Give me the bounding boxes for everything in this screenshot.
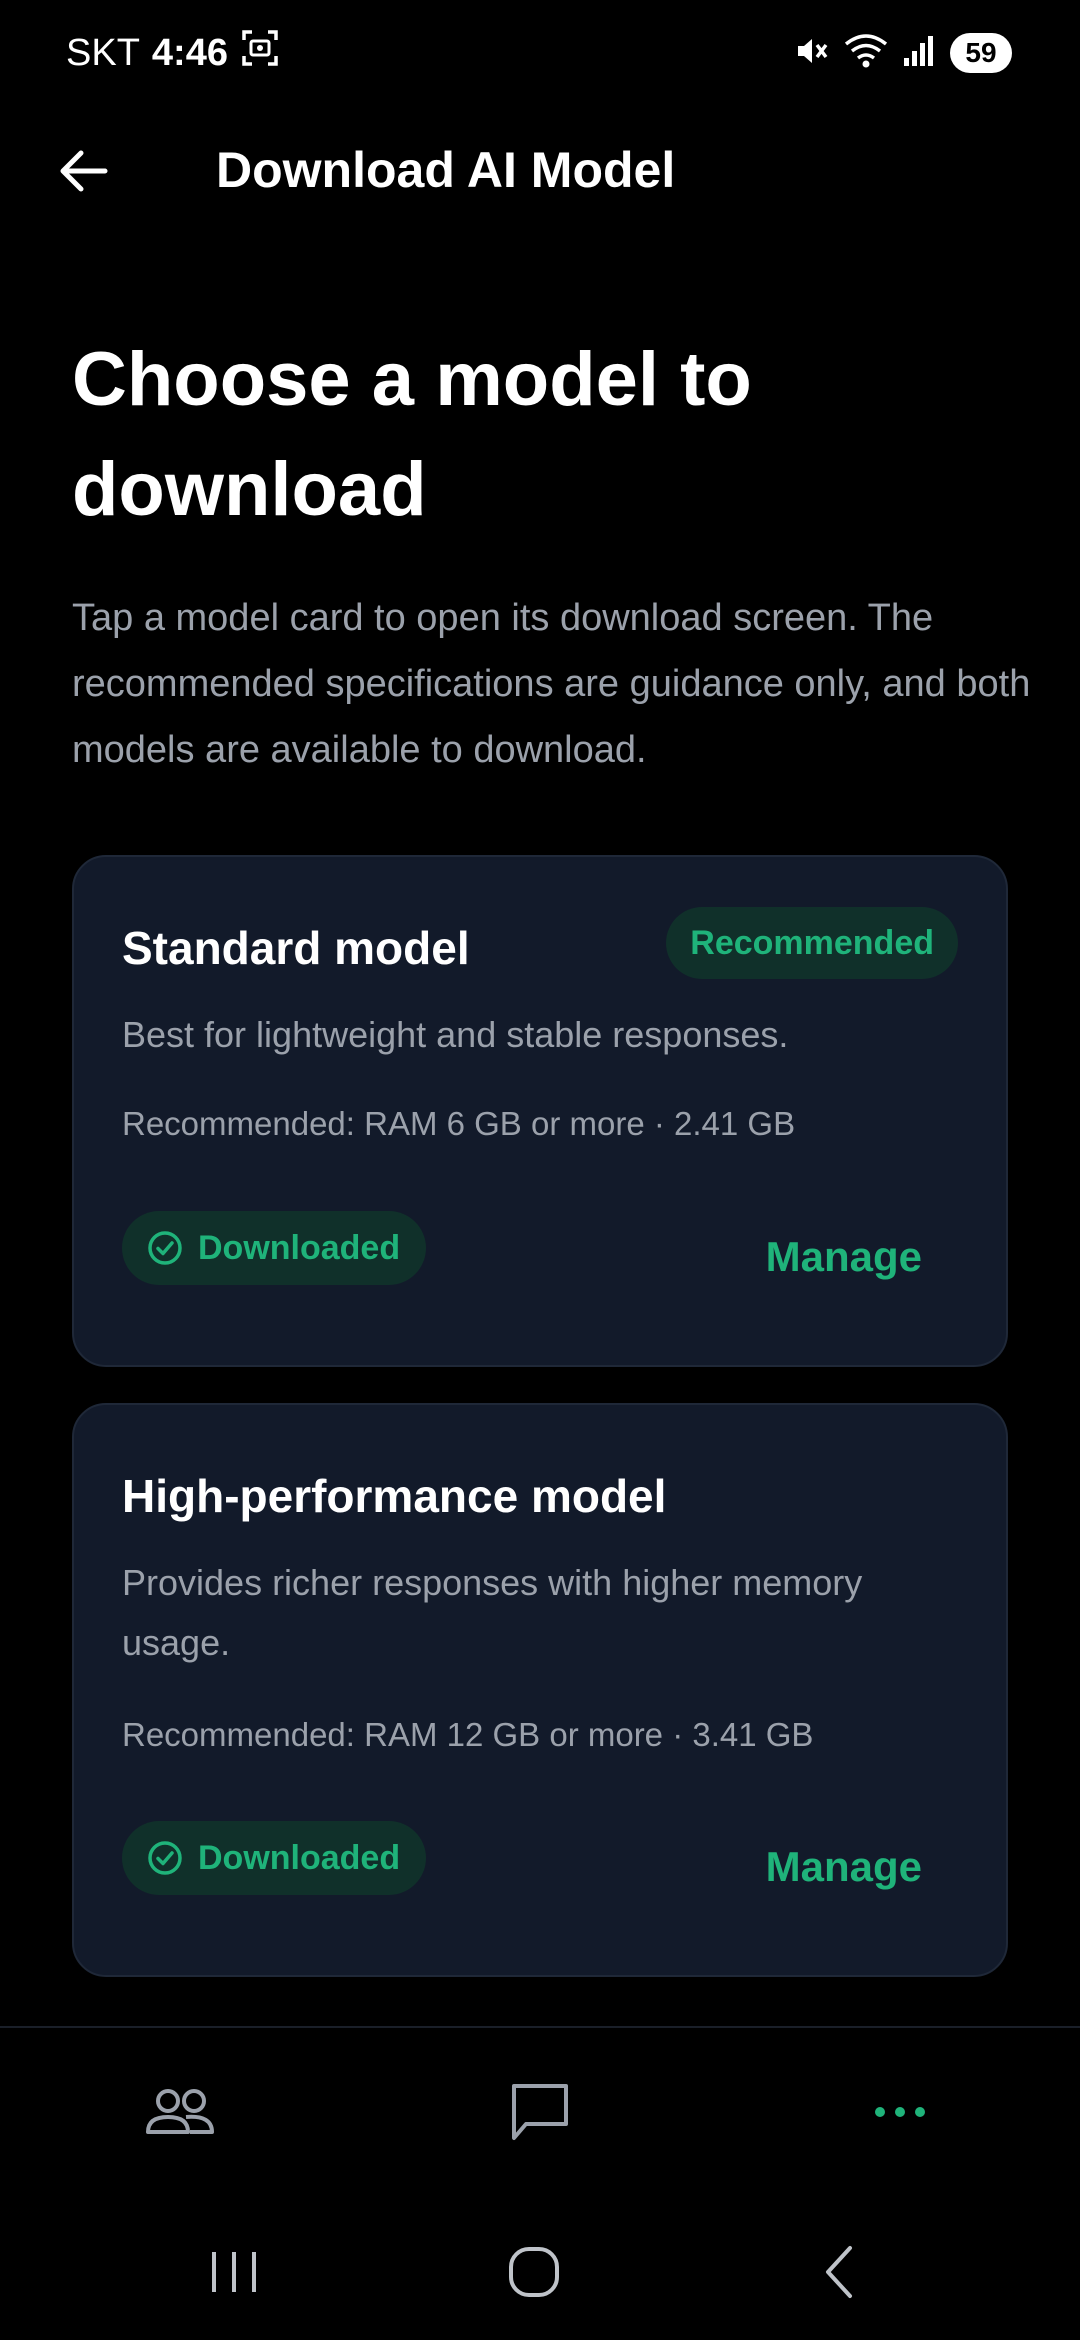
recents-button[interactable] (184, 2232, 284, 2312)
recommended-badge: Recommended (666, 907, 958, 979)
nav-item-more[interactable] (850, 2072, 950, 2152)
check-circle-icon (148, 1841, 182, 1875)
screen: SKT 4:46 59 Download AI Model Choose a m… (0, 0, 1080, 2340)
status-left: SKT 4:46 (66, 28, 280, 78)
chevron-left-icon (826, 2246, 852, 2298)
nav-item-friends[interactable] (130, 2072, 230, 2152)
back-button[interactable] (48, 136, 118, 206)
model-card-standard[interactable]: Standard model Recommended Best for ligh… (72, 855, 1008, 1367)
mute-icon (792, 32, 830, 75)
nav-item-chat[interactable] (490, 2072, 590, 2152)
arrow-left-icon (60, 150, 108, 192)
system-nav-bar (0, 2196, 1080, 2340)
model-description: Provides richer responses with higher me… (122, 1562, 863, 1663)
more-dots-icon (875, 2107, 925, 2117)
status-bar: SKT 4:46 59 (0, 0, 1080, 105)
app-bar: Download AI Model (0, 120, 1080, 220)
system-back-button[interactable] (790, 2232, 890, 2312)
downloaded-status-chip: Downloaded (122, 1821, 427, 1895)
clock: 4:46 (151, 31, 228, 74)
chat-bubble-icon (512, 2084, 568, 2140)
model-spec: Recommended: RAM 12 GB or more · 3.41 GB (122, 1716, 814, 1753)
app-title: Download AI Model (216, 142, 676, 198)
status-right: 59 (792, 30, 1012, 76)
people-icon (146, 2089, 214, 2134)
battery-indicator: 59 (950, 33, 1012, 73)
status-label: Downloaded (198, 1228, 401, 1267)
manage-button[interactable]: Manage (766, 1229, 922, 1285)
signal-icon (902, 34, 936, 73)
home-icon (509, 2247, 559, 2297)
wifi-icon (844, 32, 888, 75)
model-description: Best for lightweight and stable response… (122, 1014, 789, 1055)
page-intro: Tap a model card to open its download sc… (72, 597, 1031, 771)
home-button[interactable] (484, 2232, 584, 2312)
screenshot-icon (240, 28, 280, 78)
model-title: High-performance model (122, 1470, 667, 1522)
manage-button[interactable]: Manage (766, 1839, 922, 1895)
carrier-label: SKT (66, 31, 140, 74)
model-title: Standard model (122, 922, 470, 974)
model-card-high-performance[interactable]: High-performance model Provides richer r… (72, 1403, 1008, 1977)
bottom-nav (0, 2026, 1080, 2196)
downloaded-status-chip: Downloaded (122, 1211, 427, 1285)
status-label: Downloaded (198, 1838, 401, 1877)
check-circle-icon (148, 1231, 182, 1265)
recents-icon (212, 2252, 256, 2292)
model-spec: Recommended: RAM 6 GB or more · 2.41 GB (122, 1105, 796, 1142)
page-heading: Choose a model to download (72, 337, 752, 532)
